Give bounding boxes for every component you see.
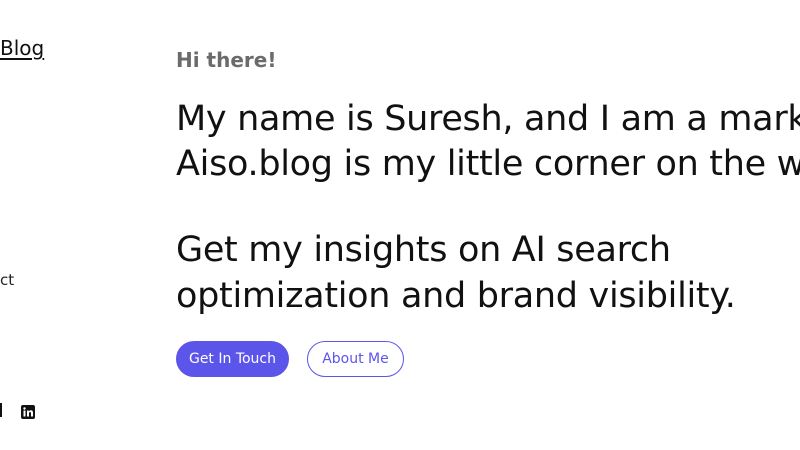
intro-heading-line-1: My name is Suresh, and I am a market: [176, 99, 800, 139]
page: Blog ct Hi there! My name is Suresh, and…: [0, 0, 800, 450]
linkedin-icon[interactable]: [21, 405, 35, 419]
tagline-line-2: optimization and brand visibility.: [176, 276, 736, 316]
tagline-line-1: Get my insights on AI search: [176, 230, 671, 270]
sidebar-blog-label: Blog: [0, 36, 45, 60]
sidebar-contact-link[interactable]: ct: [0, 270, 14, 290]
greeting-text: Hi there!: [176, 48, 277, 72]
about-me-button[interactable]: About Me: [307, 341, 404, 377]
sidebar-blog-link[interactable]: Blog: [0, 36, 44, 60]
hero-section: Hi there! My name is Suresh, and I am a …: [176, 0, 800, 450]
get-in-touch-button[interactable]: Get In Touch: [176, 341, 289, 377]
social-icon-partial[interactable]: [0, 403, 2, 417]
intro-heading-line-2: Aiso.blog is my little corner on the we: [176, 144, 800, 184]
